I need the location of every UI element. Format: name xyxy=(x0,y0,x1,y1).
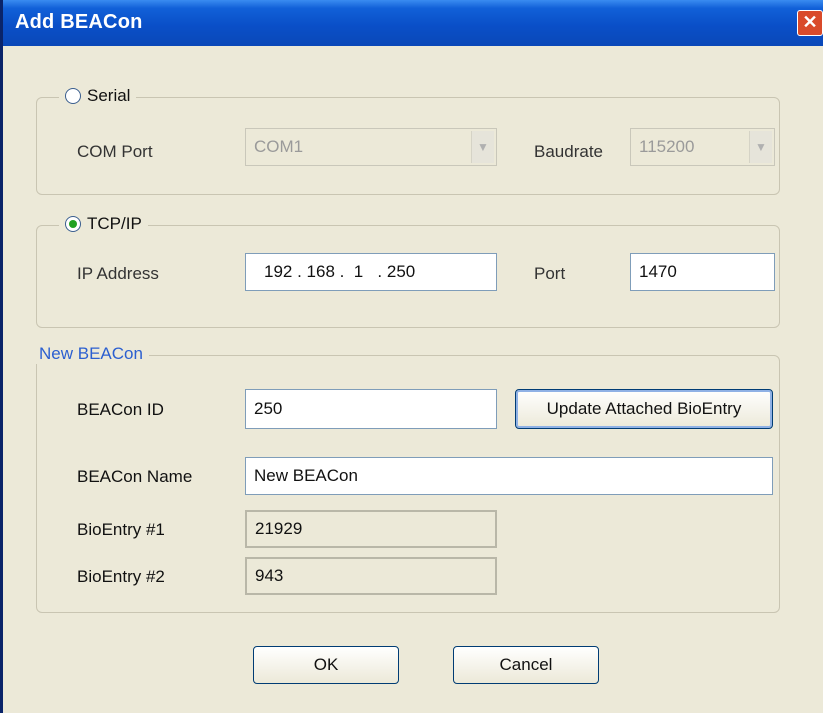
beacon-name-label: BEACon Name xyxy=(77,467,193,486)
update-attached-bioentry-button[interactable]: Update Attached BioEntry xyxy=(515,389,773,429)
serial-radio-icon[interactable] xyxy=(65,88,81,104)
bioentry1-field: 21929 xyxy=(245,510,497,548)
serial-radio[interactable]: Serial xyxy=(59,86,137,106)
chevron-down-icon[interactable]: ▼ xyxy=(749,131,772,163)
cancel-button[interactable]: Cancel xyxy=(453,646,599,684)
com-port-label: COM Port xyxy=(77,142,153,161)
bioentry2-field: 943 xyxy=(245,557,497,595)
port-value: 1470 xyxy=(639,262,677,281)
bioentry1-label: BioEntry #1 xyxy=(77,520,165,539)
close-icon[interactable]: ✕ xyxy=(797,10,823,36)
beacon-name-value: New BEACon xyxy=(254,466,358,485)
beacon-id-field[interactable]: 250 xyxy=(245,389,497,429)
title-bar[interactable]: Add BEACon ✕ xyxy=(3,0,823,46)
beacon-id-label: BEACon ID xyxy=(77,400,164,419)
bioentry2-value: 943 xyxy=(255,566,284,585)
chevron-down-icon[interactable]: ▼ xyxy=(471,131,494,163)
tcpip-radio[interactable]: TCP/IP xyxy=(59,214,148,234)
tcpip-label: TCP/IP xyxy=(87,214,142,233)
baudrate-value: 115200 xyxy=(639,137,695,156)
tcpip-radio-icon[interactable] xyxy=(65,216,81,232)
new-beacon-legend: New BEACon xyxy=(33,344,149,364)
baudrate-label: Baudrate xyxy=(534,142,603,161)
port-label: Port xyxy=(534,264,566,283)
baudrate-select[interactable]: 115200 ▼ xyxy=(630,128,775,166)
bioentry1-value: 21929 xyxy=(255,519,303,538)
new-beacon-label: New BEACon xyxy=(39,344,143,363)
ip-address-value: 192 . 168 . 1 . 250 xyxy=(264,262,416,281)
ip-address-field[interactable]: 192 . 168 . 1 . 250 xyxy=(245,253,497,291)
serial-label: Serial xyxy=(87,86,131,105)
com-port-value: COM1 xyxy=(254,137,304,156)
com-port-select[interactable]: COM1 ▼ xyxy=(245,128,497,166)
dialog-title: Add BEACon xyxy=(15,11,143,33)
add-beacon-dialog: Add BEACon ✕ Serial COM Port COM1 ▼ Baud… xyxy=(0,0,823,713)
port-field[interactable]: 1470 xyxy=(630,253,775,291)
ok-button[interactable]: OK xyxy=(253,646,399,684)
beacon-id-value: 250 xyxy=(254,399,283,418)
bioentry2-label: BioEntry #2 xyxy=(77,567,165,586)
beacon-name-field[interactable]: New BEACon xyxy=(245,457,773,495)
ip-address-label: IP Address xyxy=(77,264,159,283)
